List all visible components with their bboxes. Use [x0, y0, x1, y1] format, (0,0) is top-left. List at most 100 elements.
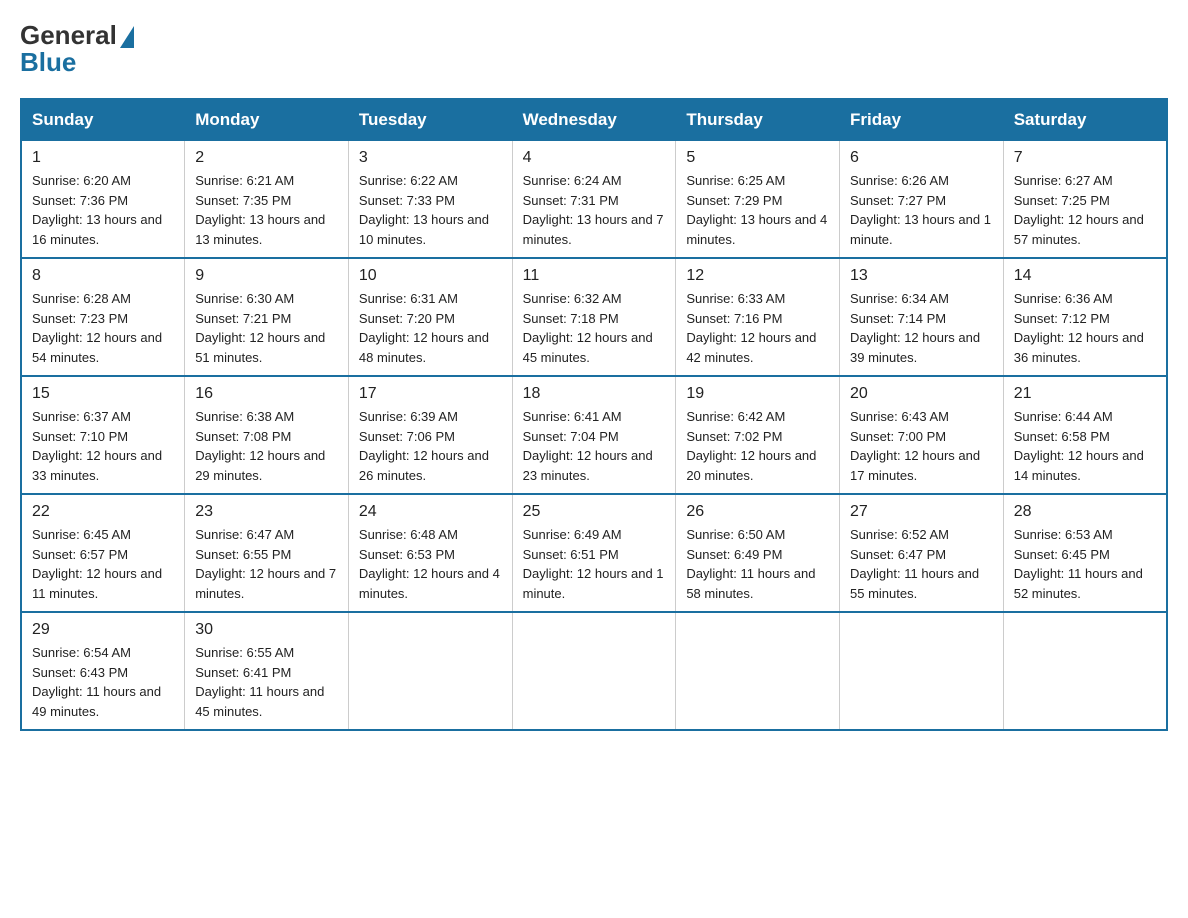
- calendar-cell: 6 Sunrise: 6:26 AMSunset: 7:27 PMDaylight…: [840, 141, 1004, 259]
- logo: General Blue: [20, 20, 134, 78]
- calendar-cell: 22 Sunrise: 6:45 AMSunset: 6:57 PMDayligh…: [21, 494, 185, 612]
- day-info: Sunrise: 6:33 AMSunset: 7:16 PMDaylight:…: [686, 291, 816, 365]
- day-number: 10: [359, 267, 502, 285]
- day-number: 4: [523, 149, 666, 167]
- day-info: Sunrise: 6:48 AMSunset: 6:53 PMDaylight:…: [359, 527, 500, 601]
- day-number: 17: [359, 385, 502, 403]
- weekday-header-wednesday: Wednesday: [512, 99, 676, 141]
- day-info: Sunrise: 6:30 AMSunset: 7:21 PMDaylight:…: [195, 291, 325, 365]
- day-info: Sunrise: 6:24 AMSunset: 7:31 PMDaylight:…: [523, 173, 664, 247]
- calendar-cell: 19 Sunrise: 6:42 AMSunset: 7:02 PMDayligh…: [676, 376, 840, 494]
- day-number: 2: [195, 149, 338, 167]
- calendar-week-row: 22 Sunrise: 6:45 AMSunset: 6:57 PMDayligh…: [21, 494, 1167, 612]
- logo-blue-text: Blue: [20, 47, 76, 78]
- day-info: Sunrise: 6:49 AMSunset: 6:51 PMDaylight:…: [523, 527, 664, 601]
- calendar-cell: 8 Sunrise: 6:28 AMSunset: 7:23 PMDaylight…: [21, 258, 185, 376]
- day-number: 8: [32, 267, 174, 285]
- calendar-cell: 11Sunrise: 6:32 AMSunset: 7:18 PMDayligh…: [512, 258, 676, 376]
- day-info: Sunrise: 6:38 AMSunset: 7:08 PMDaylight:…: [195, 409, 325, 483]
- day-info: Sunrise: 6:25 AMSunset: 7:29 PMDaylight:…: [686, 173, 827, 247]
- calendar-cell: 3 Sunrise: 6:22 AMSunset: 7:33 PMDaylight…: [348, 141, 512, 259]
- calendar-cell: [676, 612, 840, 730]
- day-number: 23: [195, 503, 338, 521]
- weekday-header-monday: Monday: [185, 99, 349, 141]
- calendar-week-row: 1 Sunrise: 6:20 AMSunset: 7:36 PMDaylight…: [21, 141, 1167, 259]
- calendar-cell: 21 Sunrise: 6:44 AMSunset: 6:58 PMDayligh…: [1003, 376, 1167, 494]
- day-info: Sunrise: 6:47 AMSunset: 6:55 PMDaylight:…: [195, 527, 336, 601]
- day-info: Sunrise: 6:55 AMSunset: 6:41 PMDaylight:…: [195, 645, 324, 719]
- weekday-header-sunday: Sunday: [21, 99, 185, 141]
- day-number: 29: [32, 621, 174, 639]
- calendar-table: SundayMondayTuesdayWednesdayThursdayFrid…: [20, 98, 1168, 731]
- calendar-cell: 13Sunrise: 6:34 AMSunset: 7:14 PMDayligh…: [840, 258, 1004, 376]
- day-info: Sunrise: 6:52 AMSunset: 6:47 PMDaylight:…: [850, 527, 979, 601]
- day-info: Sunrise: 6:54 AMSunset: 6:43 PMDaylight:…: [32, 645, 161, 719]
- calendar-cell: 12 Sunrise: 6:33 AMSunset: 7:16 PMDayligh…: [676, 258, 840, 376]
- weekday-header-saturday: Saturday: [1003, 99, 1167, 141]
- day-number: 24: [359, 503, 502, 521]
- day-info: Sunrise: 6:50 AMSunset: 6:49 PMDaylight:…: [686, 527, 815, 601]
- calendar-cell: 18Sunrise: 6:41 AMSunset: 7:04 PMDayligh…: [512, 376, 676, 494]
- calendar-cell: 5 Sunrise: 6:25 AMSunset: 7:29 PMDaylight…: [676, 141, 840, 259]
- day-number: 14: [1014, 267, 1156, 285]
- calendar-cell: 17 Sunrise: 6:39 AMSunset: 7:06 PMDayligh…: [348, 376, 512, 494]
- day-number: 3: [359, 149, 502, 167]
- day-number: 19: [686, 385, 829, 403]
- calendar-cell: 20 Sunrise: 6:43 AMSunset: 7:00 PMDayligh…: [840, 376, 1004, 494]
- day-info: Sunrise: 6:45 AMSunset: 6:57 PMDaylight:…: [32, 527, 162, 601]
- calendar-cell: 27 Sunrise: 6:52 AMSunset: 6:47 PMDayligh…: [840, 494, 1004, 612]
- day-number: 27: [850, 503, 993, 521]
- calendar-cell: 30Sunrise: 6:55 AMSunset: 6:41 PMDayligh…: [185, 612, 349, 730]
- calendar-cell: [512, 612, 676, 730]
- calendar-cell: 23 Sunrise: 6:47 AMSunset: 6:55 PMDayligh…: [185, 494, 349, 612]
- calendar-cell: 24 Sunrise: 6:48 AMSunset: 6:53 PMDayligh…: [348, 494, 512, 612]
- day-info: Sunrise: 6:37 AMSunset: 7:10 PMDaylight:…: [32, 409, 162, 483]
- day-info: Sunrise: 6:41 AMSunset: 7:04 PMDaylight:…: [523, 409, 653, 483]
- weekday-header-row: SundayMondayTuesdayWednesdayThursdayFrid…: [21, 99, 1167, 141]
- calendar-week-row: 15 Sunrise: 6:37 AMSunset: 7:10 PMDayligh…: [21, 376, 1167, 494]
- calendar-cell: 15 Sunrise: 6:37 AMSunset: 7:10 PMDayligh…: [21, 376, 185, 494]
- calendar-cell: 10 Sunrise: 6:31 AMSunset: 7:20 PMDayligh…: [348, 258, 512, 376]
- calendar-cell: 2Sunrise: 6:21 AMSunset: 7:35 PMDaylight…: [185, 141, 349, 259]
- day-info: Sunrise: 6:31 AMSunset: 7:20 PMDaylight:…: [359, 291, 489, 365]
- weekday-header-thursday: Thursday: [676, 99, 840, 141]
- day-number: 9: [195, 267, 338, 285]
- page-header: General Blue: [20, 20, 1168, 78]
- day-number: 28: [1014, 503, 1156, 521]
- day-info: Sunrise: 6:42 AMSunset: 7:02 PMDaylight:…: [686, 409, 816, 483]
- logo-triangle-icon: [120, 26, 134, 48]
- calendar-cell: 26Sunrise: 6:50 AMSunset: 6:49 PMDayligh…: [676, 494, 840, 612]
- weekday-header-friday: Friday: [840, 99, 1004, 141]
- day-number: 1: [32, 149, 174, 167]
- day-info: Sunrise: 6:39 AMSunset: 7:06 PMDaylight:…: [359, 409, 489, 483]
- day-info: Sunrise: 6:27 AMSunset: 7:25 PMDaylight:…: [1014, 173, 1144, 247]
- calendar-cell: [840, 612, 1004, 730]
- day-number: 15: [32, 385, 174, 403]
- calendar-cell: [348, 612, 512, 730]
- calendar-cell: 9 Sunrise: 6:30 AMSunset: 7:21 PMDaylight…: [185, 258, 349, 376]
- calendar-cell: 28Sunrise: 6:53 AMSunset: 6:45 PMDayligh…: [1003, 494, 1167, 612]
- day-info: Sunrise: 6:26 AMSunset: 7:27 PMDaylight:…: [850, 173, 991, 247]
- day-number: 25: [523, 503, 666, 521]
- day-info: Sunrise: 6:36 AMSunset: 7:12 PMDaylight:…: [1014, 291, 1144, 365]
- day-number: 16: [195, 385, 338, 403]
- day-number: 21: [1014, 385, 1156, 403]
- day-number: 6: [850, 149, 993, 167]
- calendar-cell: 29 Sunrise: 6:54 AMSunset: 6:43 PMDayligh…: [21, 612, 185, 730]
- day-info: Sunrise: 6:43 AMSunset: 7:00 PMDaylight:…: [850, 409, 980, 483]
- day-info: Sunrise: 6:20 AMSunset: 7:36 PMDaylight:…: [32, 173, 162, 247]
- calendar-cell: 16 Sunrise: 6:38 AMSunset: 7:08 PMDayligh…: [185, 376, 349, 494]
- weekday-header-tuesday: Tuesday: [348, 99, 512, 141]
- day-number: 5: [686, 149, 829, 167]
- calendar-cell: 7Sunrise: 6:27 AMSunset: 7:25 PMDaylight…: [1003, 141, 1167, 259]
- day-info: Sunrise: 6:22 AMSunset: 7:33 PMDaylight:…: [359, 173, 489, 247]
- day-number: 20: [850, 385, 993, 403]
- day-number: 22: [32, 503, 174, 521]
- day-info: Sunrise: 6:32 AMSunset: 7:18 PMDaylight:…: [523, 291, 653, 365]
- day-info: Sunrise: 6:28 AMSunset: 7:23 PMDaylight:…: [32, 291, 162, 365]
- day-info: Sunrise: 6:44 AMSunset: 6:58 PMDaylight:…: [1014, 409, 1144, 483]
- day-info: Sunrise: 6:34 AMSunset: 7:14 PMDaylight:…: [850, 291, 980, 365]
- calendar-cell: 4 Sunrise: 6:24 AMSunset: 7:31 PMDaylight…: [512, 141, 676, 259]
- calendar-cell: 25 Sunrise: 6:49 AMSunset: 6:51 PMDayligh…: [512, 494, 676, 612]
- day-number: 12: [686, 267, 829, 285]
